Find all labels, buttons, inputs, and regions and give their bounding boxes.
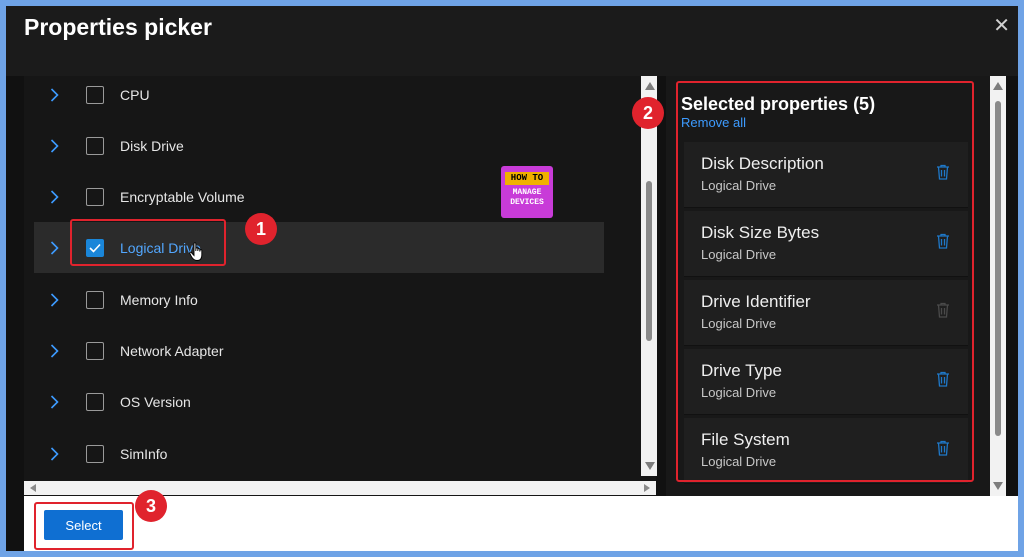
property-checkbox[interactable] [86, 392, 104, 411]
chevron-right-icon[interactable] [44, 240, 64, 255]
property-row-network-adapter[interactable]: Network Adapter [34, 325, 604, 376]
property-row-cpu[interactable]: CPU [34, 76, 604, 120]
chevron-right-icon[interactable] [44, 343, 64, 358]
property-label: CPU [120, 86, 150, 103]
step2-highlight [676, 81, 974, 482]
step3-badge: 3 [135, 490, 167, 522]
chevron-right-icon[interactable] [44, 292, 64, 307]
property-label: Network Adapter [120, 342, 224, 359]
property-checkbox[interactable] [86, 444, 104, 463]
hand-cursor-icon [189, 242, 203, 261]
logo-line3: DEVICES [510, 198, 544, 207]
dialog-header: Properties picker ✕ [6, 6, 1018, 76]
property-label: Encryptable Volume [120, 188, 245, 205]
property-checkbox[interactable] [86, 290, 104, 309]
property-label: Disk Drive [120, 137, 184, 154]
dialog-title: Properties picker [24, 14, 212, 40]
list-horizontal-scrollbar[interactable] [24, 481, 656, 495]
property-label: SimInfo [120, 445, 168, 462]
properties-picker-dialog: Properties picker ✕ CPU Disk Drive Encry… [6, 6, 1018, 551]
chevron-right-icon[interactable] [44, 446, 64, 461]
scroll-right-icon[interactable] [644, 484, 650, 492]
scroll-thumb[interactable] [995, 101, 1001, 436]
scroll-thumb[interactable] [646, 181, 652, 341]
dialog-footer: Select [24, 496, 1018, 551]
close-icon[interactable]: ✕ [993, 16, 1010, 36]
selected-panel-vertical-scrollbar[interactable] [990, 76, 1006, 496]
chevron-right-icon[interactable] [44, 394, 64, 409]
how-to-manage-devices-logo: HOW TO MANAGE DEVICES [501, 166, 553, 218]
property-checkbox[interactable] [86, 136, 104, 155]
property-row-memory-info[interactable]: Memory Info [34, 274, 604, 325]
property-row-siminfo[interactable]: SimInfo [34, 428, 604, 479]
property-checkbox[interactable] [86, 85, 104, 104]
chevron-right-icon[interactable] [44, 138, 64, 153]
list-vertical-scrollbar[interactable] [641, 76, 657, 476]
property-row-disk-drive[interactable]: Disk Drive [34, 120, 604, 171]
step3-highlight [34, 502, 134, 550]
property-row-os-version[interactable]: OS Version [34, 376, 604, 427]
scroll-down-icon[interactable] [993, 482, 1003, 490]
property-label: Memory Info [120, 291, 198, 308]
property-label: OS Version [120, 393, 191, 410]
logo-line2: MANAGE [512, 188, 542, 197]
chevron-right-icon[interactable] [44, 87, 64, 102]
properties-list: CPU Disk Drive Encryptable Volume Logica… [24, 76, 656, 496]
logo-line1: HOW TO [505, 172, 549, 185]
scroll-left-icon[interactable] [30, 484, 36, 492]
property-checkbox[interactable] [86, 341, 104, 360]
scroll-down-icon[interactable] [645, 462, 655, 470]
step2-badge: 2 [632, 97, 664, 129]
chevron-right-icon[interactable] [44, 189, 64, 204]
scroll-up-icon[interactable] [993, 82, 1003, 90]
scroll-up-icon[interactable] [645, 82, 655, 90]
step1-badge: 1 [245, 213, 277, 245]
property-checkbox[interactable] [86, 187, 104, 206]
